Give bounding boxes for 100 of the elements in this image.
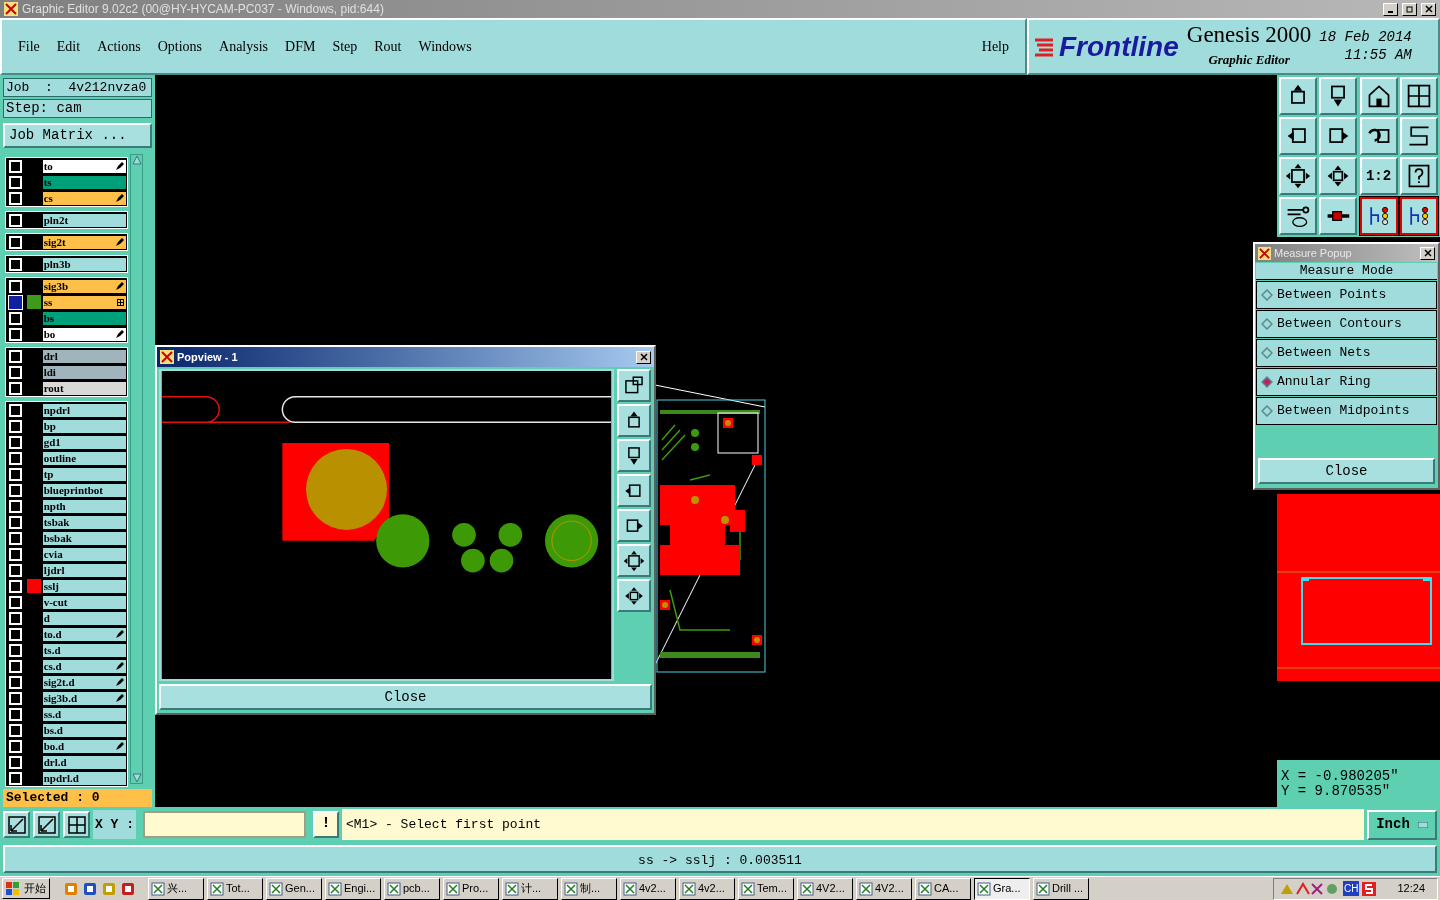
layer-row[interactable]: cvia: [41, 546, 127, 562]
layer-row[interactable]: sig2t: [41, 234, 127, 250]
layer-row[interactable]: to: [41, 158, 127, 174]
layer-row[interactable]: v-cut: [41, 594, 127, 610]
layer-row[interactable]: rout: [41, 380, 127, 396]
taskbar-button[interactable]: Engi...: [325, 877, 381, 900]
layer-row[interactable]: cs.d: [41, 658, 127, 674]
toolbar-button[interactable]: 1:2: [1359, 157, 1398, 195]
layer-row[interactable]: npth: [41, 498, 127, 514]
layer-row[interactable]: npdrl: [41, 402, 127, 418]
layer-row[interactable]: ts.d: [41, 642, 127, 658]
taskbar-button[interactable]: 计...: [502, 877, 558, 900]
menu-item[interactable]: File: [18, 36, 40, 57]
taskbar-button[interactable]: pcb...: [384, 877, 440, 900]
measure-mode-option[interactable]: Between Nets: [1256, 339, 1437, 367]
taskbar-button[interactable]: Drill ...: [1033, 877, 1089, 900]
layer-row[interactable]: to.d: [41, 626, 127, 642]
layer-row[interactable]: bo.d: [41, 738, 127, 754]
measure-mode-option[interactable]: Between Points: [1256, 281, 1437, 309]
toolbar-button[interactable]: [1359, 197, 1398, 235]
measure-mode-option[interactable]: Between Midpoints: [1256, 397, 1437, 425]
layer-row[interactable]: bsbak: [41, 530, 127, 546]
start-button[interactable]: 开始: [2, 878, 50, 899]
restore-button[interactable]: [1402, 2, 1417, 16]
close-button[interactable]: [636, 350, 651, 364]
layer-row[interactable]: pln2t: [41, 212, 127, 228]
popview-tool-button[interactable]: [617, 474, 651, 507]
taskbar-button[interactable]: 4V2...: [797, 877, 853, 900]
xy-input-field[interactable]: [143, 811, 306, 838]
units-dropdown[interactable]: Inch: [1367, 809, 1437, 840]
menu-item[interactable]: Edit: [56, 36, 81, 57]
layer-row[interactable]: bs: [41, 310, 127, 326]
menu-item[interactable]: Step: [332, 36, 358, 57]
close-button[interactable]: [1421, 2, 1436, 16]
menu-item[interactable]: Help: [981, 36, 1009, 57]
job-matrix-button[interactable]: Job Matrix ...: [3, 123, 152, 148]
taskbar-button[interactable]: Pro...: [443, 877, 499, 900]
layer-row[interactable]: outline: [41, 450, 127, 466]
layer-row[interactable]: drl: [41, 348, 127, 364]
layer-row[interactable]: drl.d: [41, 754, 127, 770]
menu-item[interactable]: Actions: [97, 36, 141, 57]
layer-row[interactable]: sig3b.d: [41, 690, 127, 706]
layer-row[interactable]: npdrl.d: [41, 770, 127, 786]
layer-checkbox[interactable]: [9, 295, 23, 309]
popview-tool-button[interactable]: [617, 544, 651, 577]
toolbar-button[interactable]: [1399, 197, 1438, 235]
layer-row[interactable]: tp: [41, 466, 127, 482]
menu-item[interactable]: Rout: [374, 36, 402, 57]
taskbar-button[interactable]: Gen...: [266, 877, 322, 900]
taskbar-button[interactable]: 4v2...: [620, 877, 676, 900]
measure-mode-option[interactable]: Between Contours: [1256, 310, 1437, 338]
taskbar-button[interactable]: Gra...: [974, 877, 1030, 900]
measure-mode-option[interactable]: Annular Ring: [1256, 368, 1437, 396]
layer-row[interactable]: sslj: [41, 578, 127, 594]
layer-row[interactable]: pln3b: [41, 256, 127, 272]
layer-row[interactable]: cs: [41, 190, 127, 206]
layer-row[interactable]: blueprintbot: [41, 482, 127, 498]
layer-row[interactable]: gd1: [41, 434, 127, 450]
layer-row[interactable]: bp: [41, 418, 127, 434]
quick-launch-icon[interactable]: [120, 880, 136, 897]
layer-row[interactable]: ss.d: [41, 706, 127, 722]
layer-row[interactable]: bo: [41, 326, 127, 342]
tray-icon[interactable]: [1362, 881, 1377, 896]
menu-item[interactable]: Windows: [418, 36, 472, 57]
layer-row[interactable]: ss: [41, 294, 127, 310]
layer-row[interactable]: bs.d: [41, 722, 127, 738]
menu-item[interactable]: DFM: [285, 36, 316, 57]
taskbar-button[interactable]: CA...: [915, 877, 971, 900]
popview-tool-button[interactable]: [617, 369, 651, 402]
taskbar-button[interactable]: 4v2...: [679, 877, 735, 900]
bang-button[interactable]: !: [313, 811, 339, 838]
menu-item[interactable]: Options: [157, 36, 203, 57]
command-button[interactable]: [63, 811, 90, 838]
popview-tool-button[interactable]: [617, 439, 651, 472]
layer-row[interactable]: ts: [41, 174, 127, 190]
close-button[interactable]: [1420, 246, 1435, 260]
layer-row[interactable]: sig3b: [41, 278, 127, 294]
taskbar-button[interactable]: 兴...: [148, 877, 204, 900]
scrollbar[interactable]: [130, 154, 143, 784]
taskbar-button[interactable]: Tot...: [207, 877, 263, 900]
close-button[interactable]: Close: [1258, 458, 1435, 484]
language-indicator[interactable]: CH: [1343, 881, 1360, 896]
taskbar-button[interactable]: 制...: [561, 877, 617, 900]
popview-tool-button[interactable]: [617, 579, 651, 612]
minimize-button[interactable]: [1383, 2, 1398, 16]
taskbar-button[interactable]: 4V2...: [856, 877, 912, 900]
taskbar-button[interactable]: Tem...: [738, 877, 794, 900]
tray-icon[interactable]: [1280, 881, 1340, 896]
layer-row[interactable]: sig2t.d: [41, 674, 127, 690]
layer-row[interactable]: ldi: [41, 364, 127, 380]
command-button[interactable]: [3, 811, 30, 838]
quick-launch-icon[interactable]: [82, 880, 98, 897]
menu-item[interactable]: Analysis: [219, 36, 269, 57]
close-button[interactable]: Close: [159, 684, 652, 710]
layer-row[interactable]: d: [41, 610, 127, 626]
layer-row[interactable]: ljdrl: [41, 562, 127, 578]
popview-tool-button[interactable]: [617, 509, 651, 542]
layer-row[interactable]: tsbak: [41, 514, 127, 530]
popview-tool-button[interactable]: [617, 404, 651, 437]
command-button[interactable]: [33, 811, 60, 838]
